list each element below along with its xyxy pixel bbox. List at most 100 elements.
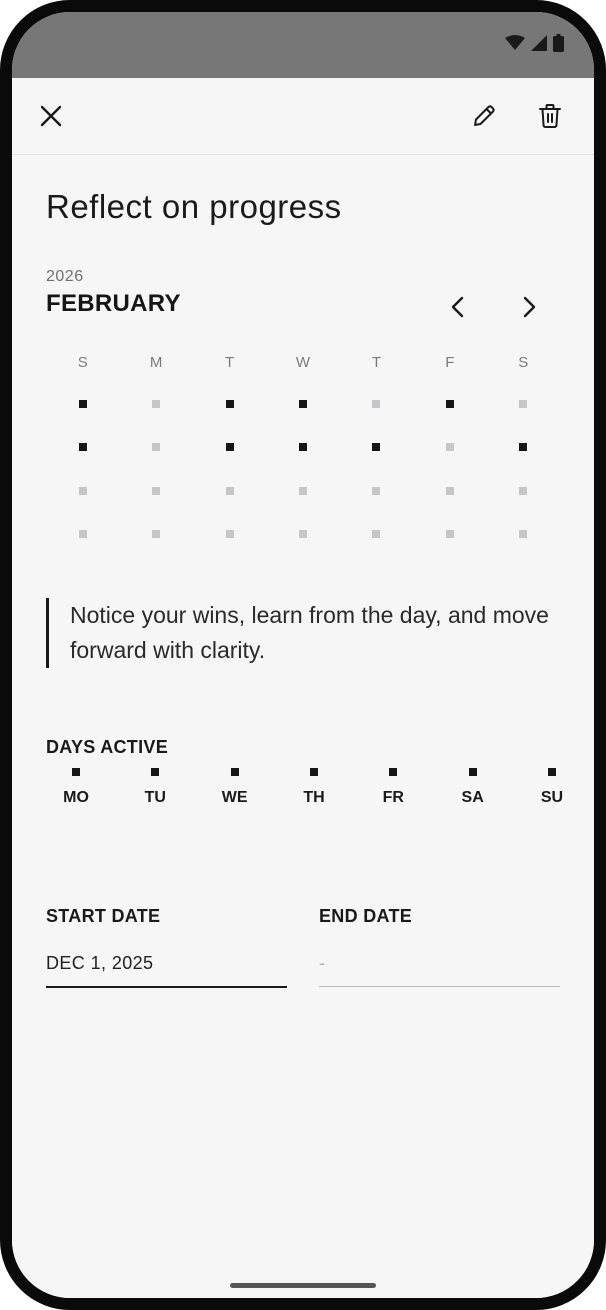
calendar-day-cell[interactable] [193,426,266,470]
calendar-day-cell[interactable] [340,469,413,513]
calendar-day-cell[interactable] [413,513,486,557]
wifi-icon [505,35,525,56]
calendar-day-cell[interactable] [266,469,339,513]
calendar-day-grid [46,382,560,556]
toolbar [12,78,594,155]
end-date-label: END DATE [319,906,413,926]
inactive-day-marker [78,486,87,495]
trash-icon [539,104,561,128]
inactive-day-marker [152,486,161,495]
reflection-quote: Notice your wins, learn from the day, an… [46,598,590,668]
calendar-day-cell[interactable] [193,469,266,513]
inactive-day-marker [445,443,454,452]
day-active-marker [309,768,318,776]
weekday-header: F [445,354,455,371]
weekday-header: M [149,354,163,371]
active-day-marker [445,399,454,408]
inactive-day-marker [519,486,528,495]
day-toggle-sa[interactable]: SA [443,768,503,807]
active-day-marker [298,443,307,452]
calendar-day-cell[interactable] [487,426,560,470]
calendar-day-cell[interactable] [119,513,192,557]
status-bar [12,12,594,78]
active-day-marker [298,399,307,408]
chevron-right-icon [523,296,536,318]
day-active-marker [72,768,80,776]
day-label: WE [221,789,248,806]
inactive-day-marker [152,399,161,408]
days-active-label: DAYS ACTIVE [46,737,168,757]
weekday-header-row: S M T W T F S [46,348,560,378]
day-toggle-th[interactable]: TH [284,768,344,807]
cellular-signal-icon [531,35,547,56]
day-toggle-we[interactable]: WE [205,768,265,807]
calendar-day-cell[interactable] [46,469,119,513]
inactive-day-marker [152,530,161,539]
calendar-day-cell[interactable] [46,513,119,557]
previous-month-button[interactable] [438,287,478,327]
battery-icon [553,34,564,57]
inactive-day-marker [225,530,234,539]
calendar-day-cell[interactable] [487,469,560,513]
home-indicator [230,1283,376,1288]
days-active-selector: MO TU WE TH FR SA SU [46,768,582,807]
active-day-marker [519,443,528,452]
calendar-day-cell[interactable] [266,426,339,470]
inactive-day-marker [519,530,528,539]
day-toggle-fr[interactable]: FR [363,768,423,807]
day-label: SU [540,789,564,806]
day-toggle-su[interactable]: SU [522,768,582,807]
day-active-marker [389,768,398,776]
status-icons [505,34,564,57]
calendar-day-cell[interactable] [193,513,266,557]
calendar-day-cell[interactable] [487,513,560,557]
inactive-day-marker [298,530,307,539]
next-month-button[interactable] [509,287,549,327]
close-icon [40,105,62,127]
calendar-day-cell[interactable] [340,426,413,470]
calendar-day-cell[interactable] [340,382,413,426]
calendar-day-cell[interactable] [266,382,339,426]
chevron-left-icon [451,296,464,318]
calendar-month: FEBRUARY [46,290,181,317]
calendar-day-cell[interactable] [46,382,119,426]
calendar-day-cell[interactable] [119,469,192,513]
day-toggle-tu[interactable]: TU [125,768,185,807]
calendar-day-cell[interactable] [119,426,192,470]
calendar-day-cell[interactable] [340,513,413,557]
inactive-day-marker [519,399,528,408]
inactive-day-marker [372,399,381,408]
calendar-day-cell[interactable] [413,382,486,426]
calendar-day-cell[interactable] [487,382,560,426]
inactive-day-marker [152,443,161,452]
calendar-day-cell[interactable] [119,382,192,426]
day-active-marker [151,768,160,776]
calendar-day-cell[interactable] [46,426,119,470]
day-active-marker [230,768,239,776]
close-button[interactable] [29,94,73,138]
end-date-field[interactable]: - [319,948,560,987]
calendar-day-cell[interactable] [193,382,266,426]
weekday-header: S [518,354,529,371]
day-active-marker [547,768,556,776]
inactive-day-marker [372,486,381,495]
inactive-day-marker [78,530,87,539]
day-label: TH [303,789,325,806]
weekday-header: W [295,354,311,371]
active-day-marker [225,443,234,452]
page-title: Reflect on progress [46,188,342,225]
phone-frame: Reflect on progress 2026 FEBRUARY S M T … [0,0,606,1310]
calendar-day-cell[interactable] [266,513,339,557]
edit-button[interactable] [462,94,506,138]
day-active-marker [468,768,477,776]
weekday-header: T [371,354,381,371]
calendar-day-cell[interactable] [413,426,486,470]
delete-button[interactable] [528,94,572,138]
calendar-day-cell[interactable] [413,469,486,513]
day-label: MO [63,789,89,806]
day-toggle-mo[interactable]: MO [46,768,106,807]
day-label: SA [461,789,484,806]
start-date-field[interactable]: DEC 1, 2025 [46,948,287,988]
month-calendar: S M T W T F S [46,348,560,556]
reflection-sheet: Reflect on progress 2026 FEBRUARY S M T … [12,78,594,1298]
